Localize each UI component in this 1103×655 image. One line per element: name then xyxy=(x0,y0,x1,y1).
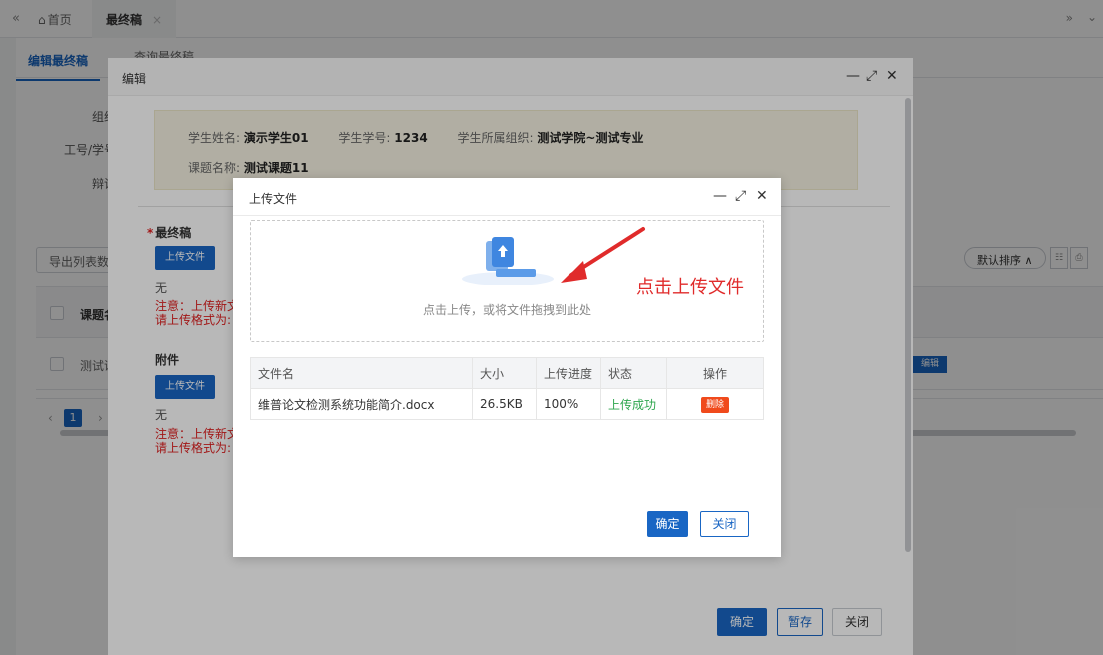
delete-file-button[interactable]: 删除 xyxy=(701,396,729,413)
minimize-icon[interactable]: — xyxy=(713,188,727,204)
table-row: 维普论文检测系统功能简介.docx 26.5KB 100% 上传成功 删除 xyxy=(250,388,764,420)
upload-dialog: 上传文件 — ⤢ ✕ 点击上传，或将文件拖拽到此处 点击上传文件 文件名 大小 … xyxy=(233,178,781,557)
col-filename: 文件名 xyxy=(250,357,473,389)
file-progress-cell: 100% xyxy=(536,388,601,420)
file-size-cell: 26.5KB xyxy=(472,388,537,420)
col-action: 操作 xyxy=(666,357,764,389)
dropzone-hint: 点击上传，或将文件拖拽到此处 xyxy=(422,303,591,317)
file-action-cell: 删除 xyxy=(666,388,764,420)
upload-file-table: 文件名 大小 上传进度 状态 操作 维普论文检测系统功能简介.docx 26.5… xyxy=(250,357,764,420)
upload-close-button[interactable]: 关闭 xyxy=(700,511,749,537)
upload-confirm-button[interactable]: 确定 xyxy=(647,511,688,537)
maximize-icon[interactable]: ⤢ xyxy=(735,188,746,204)
close-icon[interactable]: ✕ xyxy=(756,188,768,204)
upload-dialog-titlebar: 上传文件 — ⤢ ✕ xyxy=(233,178,781,216)
col-progress: 上传进度 xyxy=(536,357,601,389)
file-name-cell: 维普论文检测系统功能简介.docx xyxy=(250,388,473,420)
upload-dialog-title: 上传文件 xyxy=(249,192,298,206)
file-status-cell: 上传成功 xyxy=(600,388,667,420)
col-size: 大小 xyxy=(472,357,537,389)
col-status: 状态 xyxy=(600,357,667,389)
upload-callout-text: 点击上传文件 xyxy=(636,277,744,298)
